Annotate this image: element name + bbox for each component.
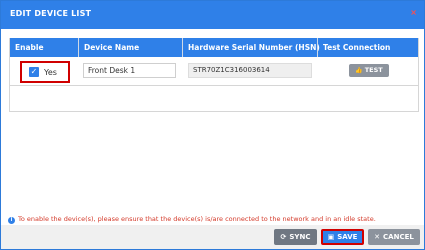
dialog-title: EDIT DEVICE LIST [10,9,92,18]
device-table: Enable Device Name Hardware Serial Numbe… [9,38,419,112]
info-message: i To enable the device(s), please ensure … [8,215,376,224]
sync-button-label: SYNC [289,233,311,241]
sync-button[interactable]: ⟳ SYNC [274,229,317,245]
table-header: Enable Device Name Hardware Serial Numbe… [10,38,418,57]
close-icon: ✕ [374,233,381,241]
header-enable: Enable [15,43,44,52]
device-name-input[interactable] [83,63,176,78]
cancel-button-label: CANCEL [383,233,414,241]
edit-device-dialog: EDIT DEVICE LIST × Enable Device Name Ha… [0,0,425,250]
table-row: ✓ Yes STR70Z1C316003614 👍TEST [10,57,418,86]
hsn-field: STR70Z1C316003614 [188,63,312,78]
dialog-content: Enable Device Name Hardware Serial Numbe… [1,29,424,225]
header-test-connection: Test Connection [323,43,391,52]
enable-checkbox-group[interactable]: ✓ Yes [20,61,70,83]
test-connection-button[interactable]: 👍 TEST [349,64,389,77]
save-button-label: SAVE [337,233,358,241]
dialog-footer: ⟳ SYNC ▣ SAVE ✕ CANCEL [1,225,424,249]
cancel-button[interactable]: ✕ CANCEL [368,229,420,245]
info-icon: i [8,217,15,224]
save-button[interactable]: ▣ SAVE [321,229,364,245]
refresh-icon: ⟳ [280,233,287,241]
dialog-titlebar: EDIT DEVICE LIST × [1,1,424,29]
info-message-text: To enable the device(s), please ensure t… [18,215,376,223]
enable-checkbox[interactable]: ✓ [29,67,39,77]
thumbs-up-icon: 👍 [355,67,363,74]
floppy-disk-icon: ▣ [327,233,335,241]
header-hsn: Hardware Serial Number (HSN) [188,43,320,52]
header-device-name: Device Name [84,43,140,52]
test-button-label: TEST [364,66,383,74]
enable-checkbox-label: Yes [44,68,57,77]
close-icon[interactable]: × [410,8,417,17]
